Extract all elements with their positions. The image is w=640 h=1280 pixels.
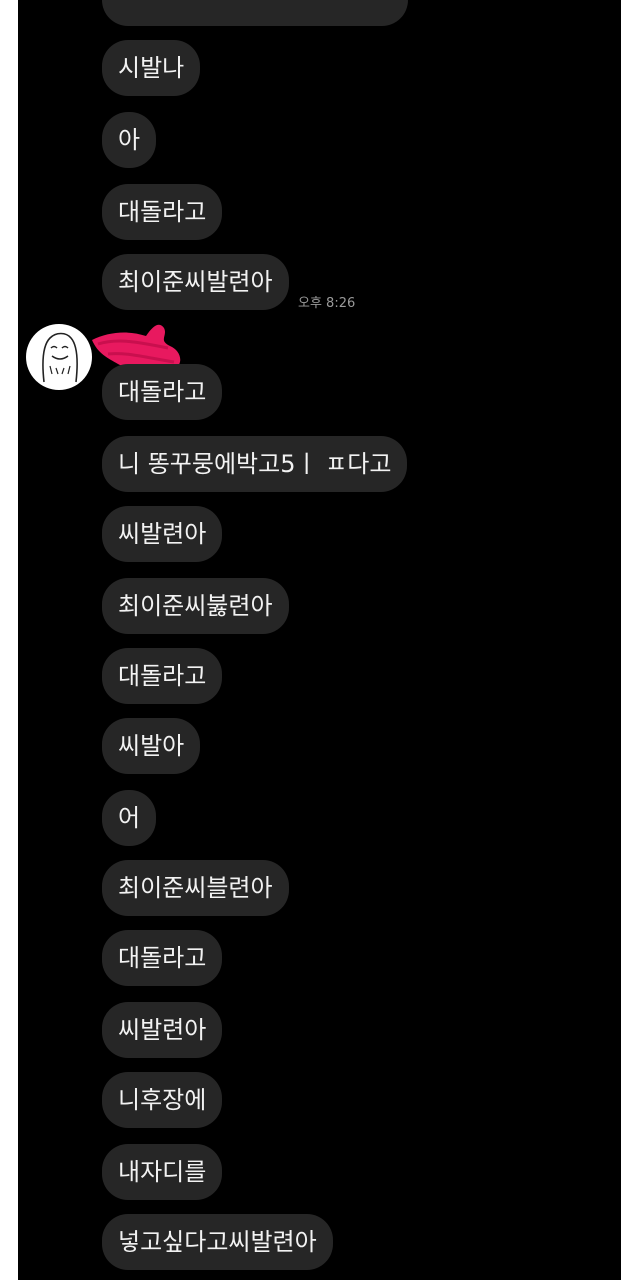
message-text: 씨발련아 xyxy=(118,1016,207,1044)
message-text: 최이준씨붏련아 xyxy=(118,592,273,620)
message-text: 대돌라고 xyxy=(118,944,207,972)
message-text: 시발나 xyxy=(118,54,185,82)
message-text: 아 xyxy=(118,126,141,154)
message-text: 니 똥꾸뭉에박고5ㅣ ㅍ다고 xyxy=(118,450,392,478)
message-text: 씨발아 xyxy=(118,732,185,760)
message-bubble[interactable]: 니 똥꾸뭉에박고5ㅣ ㅍ다고 xyxy=(102,436,408,492)
message-text: 대돌라고 xyxy=(118,378,207,406)
message-bubble[interactable]: 니후장에 xyxy=(102,1072,223,1128)
message-bubble[interactable]: 시발나 xyxy=(102,40,201,96)
message-text: 대돌라고 xyxy=(118,198,207,226)
message-bubble[interactable]: 대돌라고 xyxy=(102,930,223,986)
doodle-ghost-icon xyxy=(42,332,78,383)
message-bubble[interactable]: 내자디를 xyxy=(102,1144,223,1200)
message-bubble[interactable]: 씨발련아 xyxy=(102,1002,223,1058)
message-bubble[interactable]: 대돌라고 xyxy=(102,184,223,240)
message-timestamp: 오후 8:26 xyxy=(298,296,356,311)
message-bubble[interactable]: 씨발아 xyxy=(102,718,201,774)
message-text: 니후장에 xyxy=(118,1086,207,1114)
message-bubble[interactable]: 아 xyxy=(102,112,157,168)
message-text: 어 xyxy=(118,804,141,832)
message-bubble[interactable]: 최이준씨발련아 xyxy=(102,254,289,310)
message-text: 넣고싶다고씨발련아 xyxy=(118,1228,317,1256)
message-text: 내자디를 xyxy=(118,1158,207,1186)
sender-avatar[interactable] xyxy=(26,324,92,390)
message-text: 대돌라고 xyxy=(118,662,207,690)
message-text: 씨발련아 xyxy=(118,520,207,548)
message-bubble[interactable] xyxy=(102,0,408,26)
message-text: 최이준씨블련아 xyxy=(118,874,273,902)
message-bubble[interactable]: 씨발련아 xyxy=(102,506,223,562)
message-bubble[interactable]: 넣고싶다고씨발련아 xyxy=(102,1214,333,1270)
message-bubble[interactable]: 최이준씨붏련아 xyxy=(102,578,289,634)
message-text: 최이준씨발련아 xyxy=(118,268,273,296)
message-bubble[interactable]: 대돌라고 xyxy=(102,364,223,420)
message-bubble[interactable]: 어 xyxy=(102,790,157,846)
message-bubble[interactable]: 대돌라고 xyxy=(102,648,223,704)
chat-screen: 시발나 아 대돌라고 최이준씨발련아 오후 8:26 대돌라고 니 똥꾸뭉에박고… xyxy=(18,0,621,1280)
message-bubble[interactable]: 최이준씨블련아 xyxy=(102,860,289,916)
